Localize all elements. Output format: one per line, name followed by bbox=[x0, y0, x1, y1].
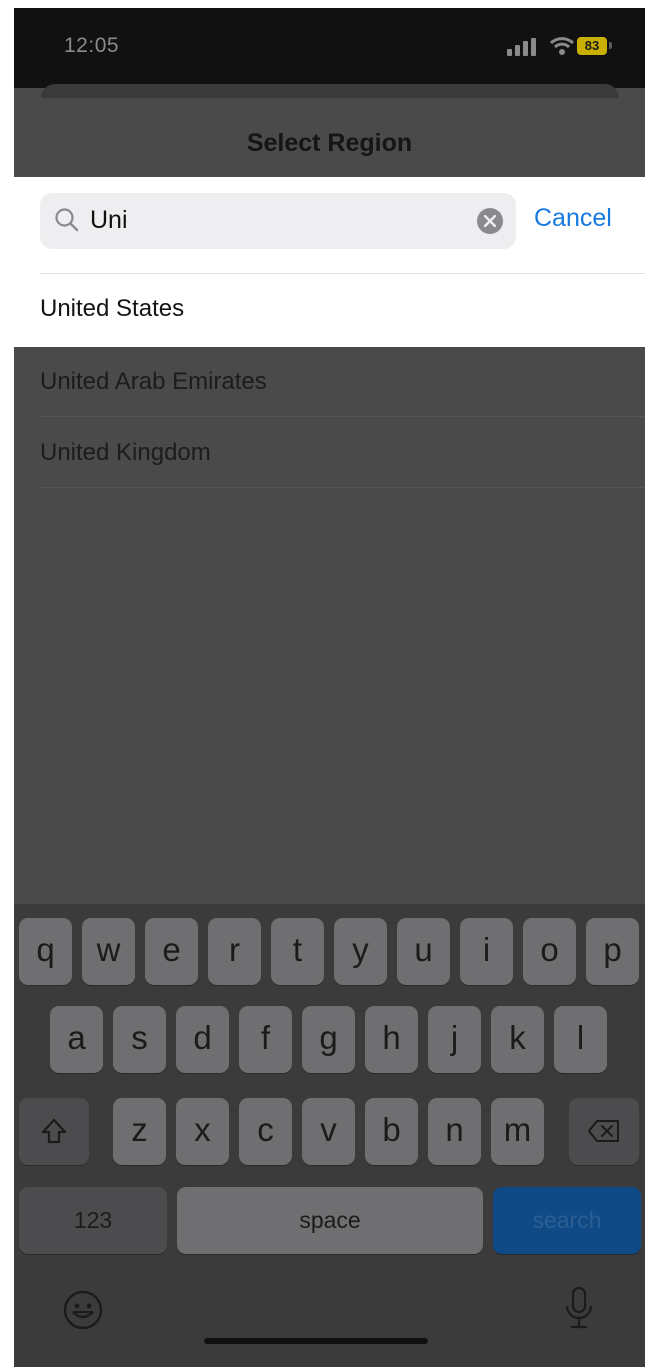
result-item-united-kingdom[interactable]: United Kingdom bbox=[40, 439, 211, 467]
cellular-signal-icon bbox=[507, 38, 537, 61]
divider bbox=[40, 416, 645, 417]
clear-icon[interactable] bbox=[477, 208, 503, 234]
key-k[interactable]: k bbox=[491, 1006, 544, 1073]
key-t[interactable]: t bbox=[271, 918, 324, 985]
key-c[interactable]: c bbox=[239, 1098, 292, 1165]
phone-screen: 12:05 83 Select Region Uni Cancel United… bbox=[14, 8, 645, 1367]
divider bbox=[40, 487, 645, 488]
numbers-key[interactable]: 123 bbox=[19, 1187, 167, 1254]
backspace-icon bbox=[588, 1120, 619, 1142]
key-j[interactable]: j bbox=[428, 1006, 481, 1073]
result-item-united-states[interactable]: United States bbox=[40, 295, 184, 323]
key-f[interactable]: f bbox=[239, 1006, 292, 1073]
sheet-title: Select Region bbox=[246, 129, 413, 157]
key-n[interactable]: n bbox=[428, 1098, 481, 1165]
key-b[interactable]: b bbox=[365, 1098, 418, 1165]
search-key[interactable]: search bbox=[493, 1187, 641, 1254]
key-z[interactable]: z bbox=[113, 1098, 166, 1165]
key-s[interactable]: s bbox=[113, 1006, 166, 1073]
key-p[interactable]: p bbox=[586, 918, 639, 985]
microphone-icon[interactable] bbox=[564, 1286, 594, 1337]
search-query: Uni bbox=[90, 206, 128, 234]
key-e[interactable]: e bbox=[145, 918, 198, 985]
backspace-key[interactable] bbox=[569, 1098, 639, 1165]
key-q[interactable]: q bbox=[19, 918, 72, 985]
search-panel: Uni Cancel United States bbox=[14, 177, 645, 347]
status-time: 12:05 bbox=[64, 34, 120, 57]
key-l[interactable]: l bbox=[554, 1006, 607, 1073]
key-g[interactable]: g bbox=[302, 1006, 355, 1073]
keyboard: q w e r t y u i o p a s d f g h j k l z … bbox=[14, 904, 645, 1367]
emoji-icon[interactable] bbox=[62, 1289, 104, 1336]
key-a[interactable]: a bbox=[50, 1006, 103, 1073]
result-item-united-arab-emirates[interactable]: United Arab Emirates bbox=[40, 368, 267, 396]
wifi-icon bbox=[549, 36, 575, 61]
key-m[interactable]: m bbox=[491, 1098, 544, 1165]
key-u[interactable]: u bbox=[397, 918, 450, 985]
shift-icon bbox=[41, 1118, 67, 1144]
space-key[interactable]: space bbox=[177, 1187, 483, 1254]
key-d[interactable]: d bbox=[176, 1006, 229, 1073]
key-x[interactable]: x bbox=[176, 1098, 229, 1165]
key-v[interactable]: v bbox=[302, 1098, 355, 1165]
shift-key[interactable] bbox=[19, 1098, 89, 1165]
home-indicator[interactable] bbox=[204, 1338, 428, 1344]
battery-level: 83 bbox=[577, 37, 607, 55]
search-icon bbox=[54, 207, 80, 238]
battery-icon bbox=[609, 42, 612, 49]
key-h[interactable]: h bbox=[365, 1006, 418, 1073]
key-o[interactable]: o bbox=[523, 918, 576, 985]
status-bar: 12:05 83 bbox=[14, 8, 645, 88]
search-input[interactable]: Uni bbox=[40, 193, 516, 249]
cancel-button[interactable]: Cancel bbox=[534, 204, 612, 233]
key-w[interactable]: w bbox=[82, 918, 135, 985]
key-r[interactable]: r bbox=[208, 918, 261, 985]
key-y[interactable]: y bbox=[334, 918, 387, 985]
divider bbox=[40, 273, 645, 274]
key-i[interactable]: i bbox=[460, 918, 513, 985]
